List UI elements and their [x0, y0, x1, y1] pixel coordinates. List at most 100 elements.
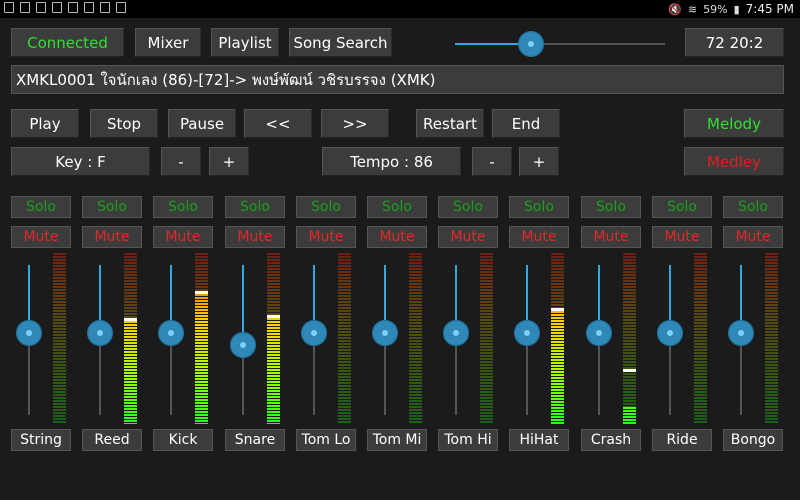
notes-icon: [68, 2, 78, 13]
volume-slider[interactable]: [455, 30, 665, 58]
key-plus-button[interactable]: +: [209, 147, 249, 176]
key-display: Key : F: [11, 147, 150, 176]
mute-icon: 🔇: [668, 2, 682, 16]
solo-button-7[interactable]: Solo: [509, 196, 569, 218]
level-meter-0: [53, 253, 66, 424]
level-meter-lit-8: [623, 407, 636, 424]
shopping-icon: [116, 2, 126, 13]
tempo-minus-button[interactable]: -: [472, 147, 512, 176]
fader-knob-3[interactable]: [230, 332, 256, 358]
mute-button-3[interactable]: Mute: [225, 226, 285, 248]
channel-name-1[interactable]: Reed: [82, 429, 142, 451]
solo-button-0[interactable]: Solo: [11, 196, 71, 218]
channel-name-0[interactable]: String: [11, 429, 71, 451]
mute-button-7[interactable]: Mute: [509, 226, 569, 248]
download-icon: [84, 2, 94, 13]
channel-name-7[interactable]: HiHat: [509, 429, 569, 451]
level-meter-lit-1: [124, 318, 137, 424]
channel-name-5[interactable]: Tom Mi: [367, 429, 427, 451]
solo-button-10[interactable]: Solo: [723, 196, 783, 218]
level-meter-8: [623, 253, 636, 424]
level-meter-lit-3: [267, 315, 280, 424]
peak-marker-2: [195, 291, 208, 294]
solo-button-8[interactable]: Solo: [581, 196, 641, 218]
counter-display: 72 20:2: [685, 28, 784, 57]
peak-marker-1: [124, 318, 137, 321]
level-meter-6: [480, 253, 493, 424]
level-meter-lit-2: [195, 291, 208, 424]
volume-slider-knob[interactable]: [518, 31, 544, 57]
mute-button-2[interactable]: Mute: [153, 226, 213, 248]
fader-knob-9[interactable]: [657, 320, 683, 346]
song-title-bar: XMKL0001 ใจนักเลง (86)-[72]-> พงษ์พัฒน์ …: [11, 65, 784, 94]
notification-icons: [4, 2, 126, 13]
playlist-button[interactable]: Playlist: [211, 28, 279, 57]
rewind-button[interactable]: <<: [244, 109, 312, 138]
mute-button-5[interactable]: Mute: [367, 226, 427, 248]
navigation-bar-area: [0, 476, 800, 500]
peak-marker-8: [623, 369, 636, 372]
channel-name-10[interactable]: Bongo: [723, 429, 783, 451]
clock: 7:45 PM: [745, 2, 794, 16]
fader-knob-2[interactable]: [158, 320, 184, 346]
solo-button-1[interactable]: Solo: [82, 196, 142, 218]
peak-marker-3: [267, 315, 280, 318]
mute-button-10[interactable]: Mute: [723, 226, 783, 248]
connected-button[interactable]: Connected: [11, 28, 124, 57]
download-icon-2: [100, 2, 110, 13]
solo-button-9[interactable]: Solo: [652, 196, 712, 218]
solo-button-6[interactable]: Solo: [438, 196, 498, 218]
level-meter-lit-7: [551, 308, 564, 424]
channel-name-6[interactable]: Tom Hi: [438, 429, 498, 451]
fader-knob-8[interactable]: [586, 320, 612, 346]
battery-percent: 59%: [703, 2, 728, 16]
channel-name-8[interactable]: Crash: [581, 429, 641, 451]
channel-name-9[interactable]: Ride: [652, 429, 712, 451]
mute-button-4[interactable]: Mute: [296, 226, 356, 248]
battery-icon: ▮: [733, 2, 740, 16]
mute-button-1[interactable]: Mute: [82, 226, 142, 248]
peak-marker-7: [551, 308, 564, 311]
mute-button-9[interactable]: Mute: [652, 226, 712, 248]
stop-button[interactable]: Stop: [90, 109, 158, 138]
image-icon: [20, 2, 30, 13]
level-meter-9: [694, 253, 707, 424]
mute-button-8[interactable]: Mute: [581, 226, 641, 248]
status-bar: 🔇 ≋ 59% ▮ 7:45 PM: [0, 0, 800, 18]
pause-button[interactable]: Pause: [168, 109, 236, 138]
forward-button[interactable]: >>: [321, 109, 389, 138]
level-meter-10: [765, 253, 778, 424]
key-minus-button[interactable]: -: [161, 147, 201, 176]
channel-name-3[interactable]: Snare: [225, 429, 285, 451]
fader-knob-5[interactable]: [372, 320, 398, 346]
fader-knob-4[interactable]: [301, 320, 327, 346]
melody-button[interactable]: Melody: [684, 109, 784, 138]
fader-knob-10[interactable]: [728, 320, 754, 346]
solo-button-2[interactable]: Solo: [153, 196, 213, 218]
channel-name-2[interactable]: Kick: [153, 429, 213, 451]
mute-button-6[interactable]: Mute: [438, 226, 498, 248]
medley-button[interactable]: Medley: [684, 147, 784, 176]
wifi-icon: ≋: [687, 2, 698, 16]
solo-button-3[interactable]: Solo: [225, 196, 285, 218]
app-icon: [36, 2, 46, 13]
level-meter-5: [409, 253, 422, 424]
tempo-display: Tempo : 86: [322, 147, 461, 176]
usb-icon: [4, 2, 14, 13]
edit-icon: [52, 2, 62, 13]
fader-knob-0[interactable]: [16, 320, 42, 346]
solo-button-5[interactable]: Solo: [367, 196, 427, 218]
song-search-button[interactable]: Song Search: [289, 28, 392, 57]
mixer-button[interactable]: Mixer: [135, 28, 201, 57]
tempo-plus-button[interactable]: +: [519, 147, 559, 176]
fader-knob-1[interactable]: [87, 320, 113, 346]
end-button[interactable]: End: [492, 109, 560, 138]
solo-button-4[interactable]: Solo: [296, 196, 356, 218]
fader-knob-6[interactable]: [443, 320, 469, 346]
fader-knob-7[interactable]: [514, 320, 540, 346]
play-button[interactable]: Play: [11, 109, 79, 138]
channel-name-4[interactable]: Tom Lo: [296, 429, 356, 451]
mute-button-0[interactable]: Mute: [11, 226, 71, 248]
restart-button[interactable]: Restart: [416, 109, 484, 138]
level-meter-4: [338, 253, 351, 424]
